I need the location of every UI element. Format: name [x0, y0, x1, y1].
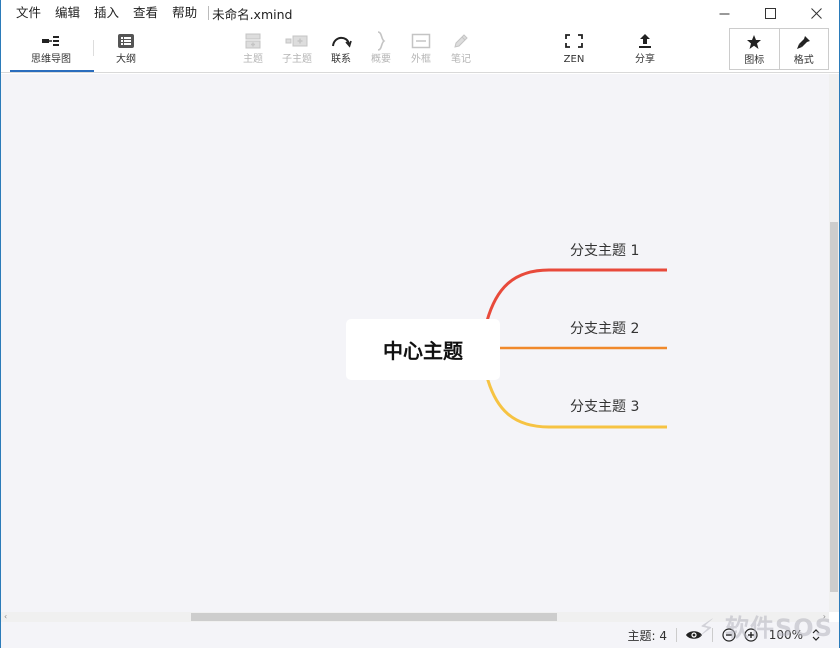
branch-1-connector	[485, 268, 667, 322]
view-outline-button[interactable]: 大纲	[107, 30, 145, 70]
menu-help[interactable]: 帮助	[165, 0, 204, 26]
summary-brace-icon	[374, 30, 388, 52]
view-outline-label: 大纲	[116, 54, 136, 65]
document-title: 未命名.xmind	[212, 6, 293, 22]
view-mindmap-button[interactable]: 思维导图	[23, 30, 79, 70]
share-button[interactable]: 分享	[629, 30, 661, 70]
mindmap-icon	[40, 30, 62, 52]
insert-summary-button[interactable]: 概要	[367, 30, 395, 70]
view-mindmap-label: 思维导图	[31, 54, 71, 65]
insert-topic-button[interactable]: 主题	[236, 30, 270, 70]
format-panel-group: 图标 格式	[729, 28, 829, 70]
toolbar: 思维导图 大纲 主题 子主题 联系 概要 外框 笔记 ZEN 分享 图标 格式	[1, 26, 839, 73]
maximize-icon	[764, 7, 776, 19]
topic-count: 主题: 4	[627, 629, 668, 643]
fullscreen-icon	[564, 30, 584, 52]
subtopic-icon	[285, 30, 309, 52]
app-window: 文件 编辑 插入 查看 帮助 未命名.xmind 思维导图 大纲 主题 子主题 …	[0, 0, 840, 648]
insert-boundary-button[interactable]: 外框	[407, 30, 435, 70]
relationship-icon	[330, 30, 352, 52]
zen-label: ZEN	[563, 54, 585, 65]
status-divider	[676, 628, 677, 642]
menu-insert[interactable]: 插入	[87, 0, 126, 26]
insert-subtopic-label: 子主题	[282, 54, 312, 65]
central-topic[interactable]: 中心主题	[346, 319, 500, 380]
active-view-indicator	[10, 70, 94, 72]
scroll-left-arrow-icon[interactable]: ‹	[4, 612, 7, 622]
star-icon	[746, 31, 762, 53]
insert-boundary-label: 外框	[411, 54, 431, 65]
minimize-icon	[719, 13, 729, 14]
insert-subtopic-button[interactable]: 子主题	[277, 30, 317, 70]
menu-view[interactable]: 查看	[126, 0, 165, 26]
vertical-scrollbar[interactable]	[829, 74, 839, 612]
title-divider	[208, 6, 210, 20]
toolbar-divider	[93, 40, 94, 56]
insert-note-button[interactable]: 笔记	[447, 30, 475, 70]
note-pen-icon	[452, 30, 470, 52]
insert-relationship-button[interactable]: 联系	[326, 30, 356, 70]
maximize-button[interactable]	[747, 0, 793, 26]
menu-edit[interactable]: 编辑	[48, 0, 87, 26]
minimize-button[interactable]	[701, 0, 747, 26]
insert-relationship-label: 联系	[331, 54, 351, 65]
format-panel-label: 格式	[793, 55, 814, 66]
format-brush-icon	[796, 31, 812, 53]
share-upload-icon	[637, 30, 653, 52]
icons-panel-button[interactable]: 图标	[730, 31, 779, 71]
menu-file[interactable]: 文件	[9, 0, 48, 26]
insert-topic-label: 主题	[243, 54, 263, 65]
close-button[interactable]	[793, 0, 839, 26]
insert-note-label: 笔记	[451, 54, 471, 65]
vertical-scroll-thumb[interactable]	[830, 222, 838, 592]
branch-topic-1[interactable]: 分支主题 1	[570, 240, 639, 260]
insert-summary-label: 概要	[371, 54, 391, 65]
close-icon	[810, 7, 822, 19]
window-controls	[701, 0, 839, 26]
format-panel-button[interactable]: 格式	[780, 31, 829, 71]
watermark-logo: ⚡ 软件SOS	[697, 614, 833, 642]
menu-bar: 文件 编辑 插入 查看 帮助 未命名.xmind	[1, 0, 292, 26]
title-bar: 文件 编辑 插入 查看 帮助 未命名.xmind	[1, 0, 839, 26]
topic-icon	[244, 30, 262, 52]
share-label: 分享	[635, 54, 655, 65]
branch-topic-3[interactable]: 分支主题 3	[570, 396, 639, 416]
boundary-icon	[411, 30, 431, 52]
mindmap-canvas[interactable]: 中心主题 分支主题 1 分支主题 2 分支主题 3	[1, 74, 829, 612]
horizontal-scroll-thumb[interactable]	[191, 613, 557, 621]
branch-topic-2[interactable]: 分支主题 2	[570, 318, 639, 338]
zen-mode-button[interactable]: ZEN	[559, 30, 589, 70]
icons-panel-label: 图标	[744, 55, 765, 66]
outline-list-icon	[117, 30, 135, 52]
